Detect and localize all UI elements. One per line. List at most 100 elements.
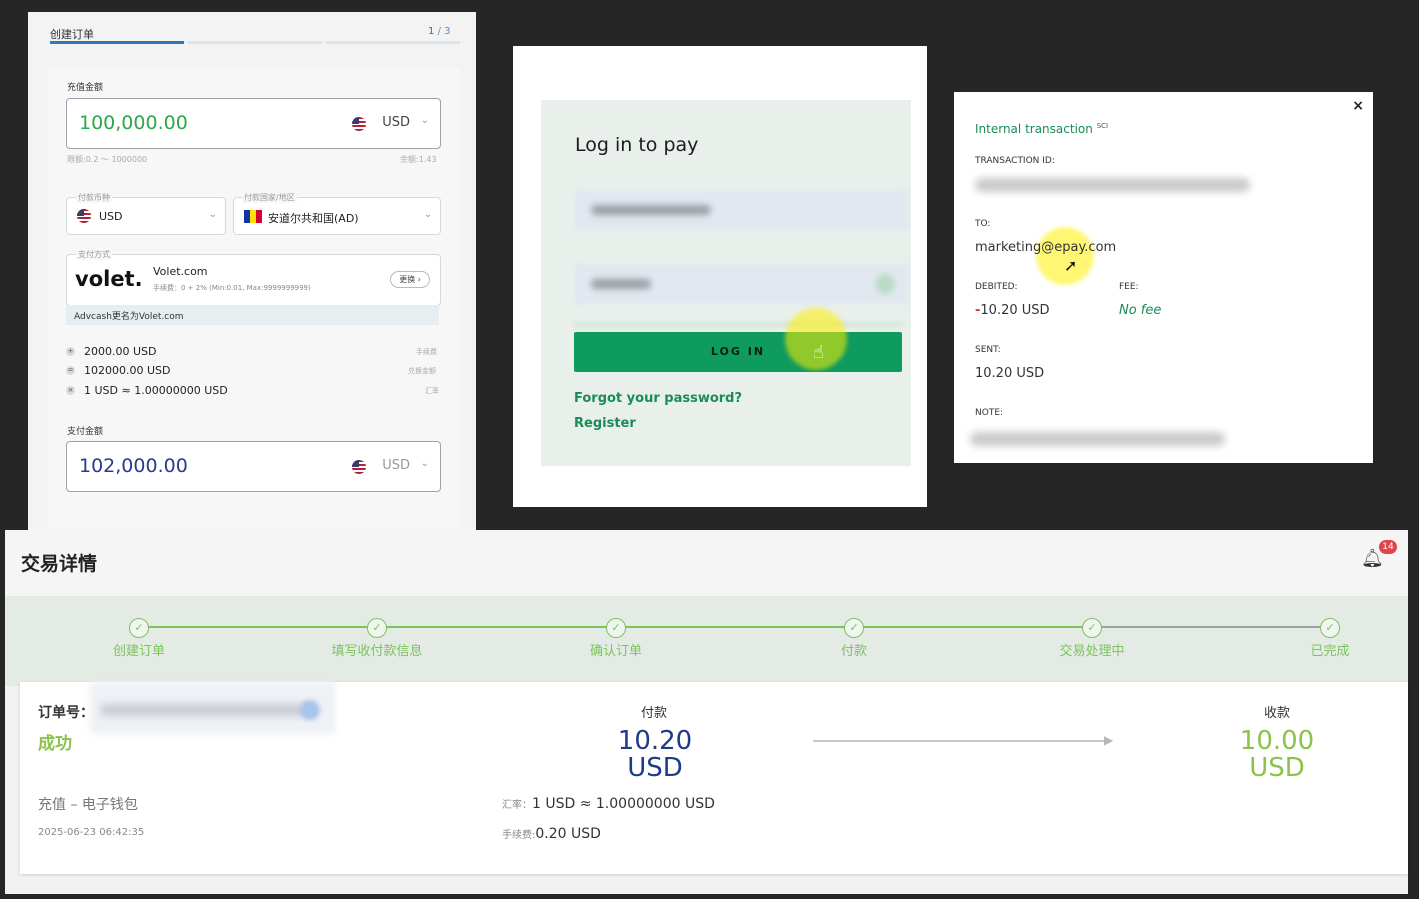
step-indicator: 1 / 3 [428,26,451,37]
progress-segment-2 [188,41,322,44]
receive-amount: 10.00 [1239,726,1315,756]
change-method-button[interactable]: 更换 › [390,271,430,288]
step-1-label: 创建订单 [112,644,165,659]
transaction-title-sup: SCI [1096,122,1109,130]
sent-value: 10.20 USD [975,366,1045,381]
pay-currency-value: USD [99,210,123,223]
order-number-label: 订单号： [38,705,94,721]
debited-value: -10.20 USD [975,303,1050,318]
create-order-panel: 创建订单 1 / 3 充值金额 100,000.00 USD ⌄ 限额:0.2 … [28,12,476,532]
step-1-check-icon: ✓ [129,618,149,638]
step-3-check-icon: ✓ [606,618,626,638]
login-heading: Log in to pay [575,134,699,156]
chevron-down-icon: ⌄ [423,209,432,220]
transaction-type: 充值 – 电子钱包 [38,797,138,813]
note-blurred [970,432,1225,446]
plus-icon: + [66,347,75,356]
recharge-currency: USD [382,115,410,130]
forgot-password-link[interactable]: Forgot your password? [574,391,742,406]
pay-amount-currency: USD [382,458,410,473]
pay-amount-label: 支付金额 [67,427,104,437]
transaction-detail-panel: 交易详情 🔔︎ 14 ✓ 创建订单 ✓ 填写收付款信息 ✓ 确认订单 ✓ 付款 … [5,530,1408,894]
pay-amount-input[interactable]: 102,000.00 USD ⌄ [66,441,441,492]
transaction-id-label: TRANSACTION ID: [975,156,1055,166]
copy-icon[interactable] [300,700,320,720]
notification-badge: 14 [1379,540,1397,554]
step-5-check-icon: ✓ [1082,618,1102,638]
pay-currency: USD [627,753,683,783]
pay-country-label: 付款国家/地区 [242,192,297,203]
detail-header [5,530,1408,596]
us-flag-icon [352,117,366,131]
rate-row-tag: 汇率 [425,387,439,395]
arrow-right-icon: ▶ [1104,733,1114,747]
step-2-check-icon: ✓ [367,618,387,638]
page-title: 交易详情 [21,553,98,575]
sent-label: SENT: [975,345,1001,355]
progress-segment-3 [326,41,460,44]
chevron-down-icon: ⌄ [420,458,429,469]
close-icon[interactable]: × [1352,98,1364,114]
fee-value: No fee [1119,303,1162,318]
step-6-check-icon: ✓ [1320,618,1340,638]
step-line-pending [1092,626,1330,628]
login-button[interactable]: LOG IN [574,332,902,372]
rename-notice: Advcash更名为Volet.com [74,312,184,322]
recharge-amount-value: 100,000.00 [79,112,188,134]
create-order-title: 创建订单 [50,28,94,41]
pay-method-box[interactable]: volet. Volet.com 手续费：0 + 2% (Min:0.01, M… [66,254,441,306]
step-4-label: 付款 [840,644,867,659]
step-2-label: 填写收付款信息 [331,644,423,659]
hand-cursor-icon: ☝ [813,342,824,363]
divider [574,322,902,327]
andorra-flag-icon [244,210,262,223]
detail-card: 订单号： 成功 充值 – 电子钱包 2025-06-23 06:42:35 付款… [20,682,1408,874]
pay-country-value: 安道尔共和国(AD) [268,212,359,225]
register-link[interactable]: Register [574,416,636,431]
debited-label: DEBITED: [975,282,1018,292]
eye-icon[interactable] [875,274,895,294]
password-field[interactable] [575,264,909,304]
balance-text: 余额:1.43 [400,155,437,164]
recharge-amount-input[interactable]: 100,000.00 USD ⌄ [66,98,441,149]
transaction-panel: × Internal transaction SCI TRANSACTION I… [954,92,1373,463]
rate-info: 汇率：1 USD ≈ 1.00000000 USD [502,796,715,812]
step-progress-bar [5,596,1408,686]
exchange-row-tag: 兑换金额 [408,367,436,375]
fee-info: 手续费:0.20 USD [502,826,601,842]
pay-method-label: 支付方式 [76,249,112,260]
transaction-title: Internal transaction SCI [975,122,1109,136]
method-name: Volet.com [153,265,208,278]
step-6-label: 已完成 [1310,644,1350,659]
method-fee: 手续费：0 + 2% (Min:0.01, Max:9999999999) [153,284,311,292]
status-badge: 成功 [38,734,72,754]
step-4-check-icon: ✓ [844,618,864,638]
pay-label: 付款 [640,706,667,721]
email-value-blurred [591,205,711,215]
receive-currency: USD [1249,753,1305,783]
fee-label: FEE: [1119,282,1139,292]
us-flag-icon [77,209,91,223]
equals-icon: = [66,366,75,375]
chevron-down-icon: ⌄ [208,209,217,220]
exchange-row-value: 102000.00 USD [84,364,171,377]
step-5-label: 交易处理中 [1059,644,1125,659]
to-value: marketing@epay.com [975,240,1117,255]
receive-label: 收款 [1263,706,1290,721]
login-panel: Log in to pay LOG IN ☝ Forgot your passw… [513,46,927,507]
email-field[interactable] [575,190,909,230]
transaction-id-blurred [975,178,1250,192]
to-label: TO: [975,219,991,229]
fee-row-value: 2000.00 USD [84,345,157,358]
progress-segment-1 [50,41,184,44]
arrow-cursor-icon: ➚ [1064,256,1078,275]
transaction-datetime: 2025-06-23 06:42:35 [38,827,145,838]
chevron-down-icon: ⌄ [420,115,429,126]
pay-currency-label: 付款币种 [76,192,112,203]
rename-notice-bar: Advcash更名为Volet.com [66,305,439,325]
times-icon: × [66,386,75,395]
order-number-text-blurred [100,704,310,716]
rate-row-value: 1 USD ≈ 1.00000000 USD [84,384,228,397]
limit-text: 限额:0.2 ～ 1000000 [67,155,148,164]
note-label: NOTE: [975,408,1004,418]
